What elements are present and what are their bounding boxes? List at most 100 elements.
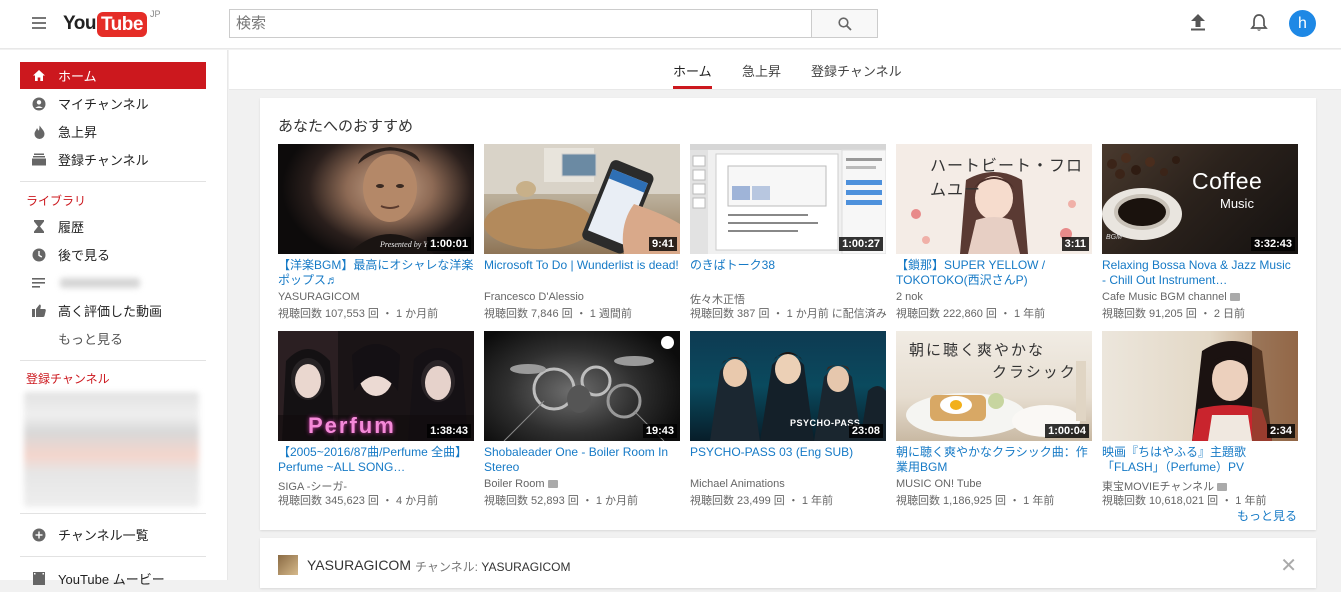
channel-name-text: Cafe Music BGM channel [1102, 291, 1227, 303]
video-meta: 視聴回数 23,499 回 ・ 1 年前 [690, 495, 834, 507]
video-title[interactable]: PSYCHO-PASS 03 (Eng SUB) [690, 445, 886, 475]
sidebar-item-trending[interactable]: 急上昇 [20, 118, 206, 145]
video-thumbnail[interactable]: Perfum 1:38:43 [278, 331, 474, 441]
subscriptions-title: 登録チャンネル [26, 372, 110, 386]
channel-link[interactable]: YASURAGICOM [481, 560, 570, 574]
sidebar-item-history[interactable]: 履歴 [20, 213, 206, 240]
duration-badge: 2:34 [1266, 424, 1295, 438]
thumbs-up-icon [20, 304, 58, 317]
video-meta: 視聴回数 387 回 ・ 1 か月前 に配信済み [690, 308, 887, 320]
active-tab-indicator [673, 86, 712, 89]
video-thumbnail[interactable]: 1:00:27 [690, 144, 886, 254]
sidebar-item-channel-list[interactable]: チャンネル一覧 [20, 521, 206, 548]
search-input[interactable] [229, 9, 811, 38]
video-meta: 視聴回数 1,186,925 回 ・ 1 年前 [896, 495, 1055, 507]
thumbnail-subtext: Music [1220, 196, 1254, 211]
sidebar-item-my-channel[interactable]: マイチャンネル [20, 90, 206, 117]
upload-icon[interactable] [1189, 13, 1207, 31]
logo-tube: Tube [96, 11, 147, 37]
sidebar-item-watch-later[interactable]: 後で見る [20, 241, 206, 268]
avatar[interactable]: h [1289, 10, 1316, 37]
channel-name[interactable]: 2 nok [896, 291, 923, 303]
video-title[interactable]: 朝に聴く爽やかなクラシック曲：作業用BGM [896, 445, 1092, 475]
add-circle-icon [20, 528, 58, 542]
video-thumbnail[interactable]: Presented by Y 1:00:01 [278, 144, 474, 254]
youtube-logo[interactable]: You Tube JP [63, 9, 160, 37]
video-title[interactable]: のきばトーク38 [690, 258, 886, 288]
thumbnail-text: 朝に聴く爽やかな [909, 341, 1046, 359]
thumbnail-logo: BGM [1106, 234, 1122, 241]
verified-icon [1217, 483, 1228, 492]
sidebar-more[interactable]: もっと見る [20, 325, 206, 352]
video-thumbnail[interactable]: ハートビート・フロムユー 3:11 [896, 144, 1092, 254]
bell-icon[interactable] [1250, 13, 1268, 33]
video-title[interactable]: Shobaleader One - Boiler Room In Stereo [484, 445, 680, 475]
sidebar-item-label: 履歴 [58, 220, 85, 235]
channel-name[interactable]: Boiler Room [484, 478, 558, 490]
playlist-icon [20, 277, 58, 288]
video-title[interactable]: Microsoft To Do | Wunderlist is dead! [484, 258, 680, 288]
close-icon[interactable]: ✕ [1280, 553, 1297, 578]
duration-badge: 3:11 [1061, 237, 1089, 251]
verified-icon [547, 480, 558, 489]
video-meta: 視聴回数 10,618,021 回 ・ 1 年前 [1102, 495, 1267, 507]
subscriptions-icon [20, 153, 58, 166]
sidebar-item-subscriptions[interactable]: 登録チャンネル [20, 146, 206, 173]
sidebar-item-label: YouTube ムービー [58, 572, 165, 587]
library-title: ライブラリ [26, 194, 87, 208]
video-title[interactable]: 【2005~2016/87曲/Perfume 全曲】Perfume ~ALL S… [278, 445, 474, 475]
tab-home[interactable]: ホーム [673, 61, 712, 80]
video-meta: 視聴回数 7,846 回 ・ 1 週間前 [484, 308, 632, 320]
channel-name[interactable]: Cafe Music BGM channel [1102, 291, 1240, 303]
channel-name[interactable]: Michael Animations [690, 478, 785, 490]
video-thumbnail[interactable]: PSYCHO-PASS 23:08 [690, 331, 886, 441]
duration-badge: 1:38:43 [427, 424, 471, 438]
video-thumbnail[interactable]: 9:41 [484, 144, 680, 254]
tab-subscriptions[interactable]: 登録チャンネル [811, 61, 902, 80]
verified-icon [1229, 293, 1240, 302]
video-meta: 視聴回数 107,553 回 ・ 1 か月前 [278, 308, 439, 320]
video-title[interactable]: 【洋楽BGM】最高にオシャレな洋楽ポップス♬ [278, 258, 474, 288]
sidebar-item-label: 登録チャンネル [58, 153, 149, 168]
sidebar-item-liked[interactable]: 高く評価した動画 [20, 297, 206, 324]
video-meta: 視聴回数 91,205 回 ・ 2 日前 [1102, 308, 1246, 320]
thumbnail-text: Coffee [1192, 168, 1263, 194]
sidebar-item-playlist[interactable] [20, 269, 206, 296]
menu-icon[interactable] [32, 17, 46, 29]
recommended-section: あなたへのおすすめ Presented by Y 1:00:01 【洋楽BGM】… [260, 98, 1316, 530]
tab-trending[interactable]: 急上昇 [742, 61, 781, 80]
channel-name[interactable]: MUSIC ON! Tube [896, 478, 982, 490]
more-label: もっと見る [58, 332, 124, 347]
divider [20, 360, 206, 361]
channel-logo-icon [661, 336, 674, 349]
search-button[interactable] [811, 9, 878, 38]
sidebar-item-movies[interactable]: YouTube ムービー [20, 565, 206, 592]
video-thumbnail[interactable]: 19:43 [484, 331, 680, 441]
film-icon [20, 572, 58, 585]
video-thumbnail[interactable]: 朝に聴く爽やかな クラシック 1:00:04 [896, 331, 1092, 441]
channel-name[interactable]: Francesco D'Alessio [484, 291, 584, 303]
flame-icon [20, 125, 58, 139]
video-meta: 視聴回数 345,623 回 ・ 4 か月前 [278, 495, 439, 507]
video-thumbnail[interactable]: 2:34 [1102, 331, 1298, 441]
channel-avatar[interactable] [278, 555, 298, 575]
video-title[interactable]: 映画『ちはやふる』主題歌「FLASH」（Perfume）PV [1102, 445, 1298, 475]
sidebar-item-home[interactable]: ホーム [20, 62, 206, 89]
thumbnail-text: Presented by Y [380, 240, 428, 249]
sidebar-item-label: 急上昇 [58, 125, 98, 140]
duration-badge: 9:41 [648, 237, 677, 251]
home-icon [20, 69, 58, 82]
video-thumbnail[interactable]: Coffee Music BGM 3:32:43 [1102, 144, 1298, 254]
blurred-subscription-list [24, 392, 199, 507]
video-title[interactable]: Relaxing Bossa Nova & Jazz Music - Chill… [1102, 258, 1298, 288]
show-more-link[interactable]: もっと見る [1237, 507, 1297, 524]
blurred-playlist-name [60, 278, 140, 288]
sidebar-item-label: ホーム [58, 69, 97, 84]
video-title[interactable]: 【鎖那】SUPER YELLOW / TOKOTOKO(西沢さんP) [896, 258, 1092, 288]
channel-section: YASURAGICOM チャンネル: YASURAGICOM ✕ [260, 538, 1316, 588]
duration-badge: 1:00:27 [839, 237, 883, 251]
video-meta: 視聴回数 52,893 回 ・ 1 か月前 [484, 495, 639, 507]
channel-section-name[interactable]: YASURAGICOM [307, 557, 411, 573]
divider [20, 556, 206, 557]
channel-name[interactable]: YASURAGICOM [278, 291, 360, 303]
